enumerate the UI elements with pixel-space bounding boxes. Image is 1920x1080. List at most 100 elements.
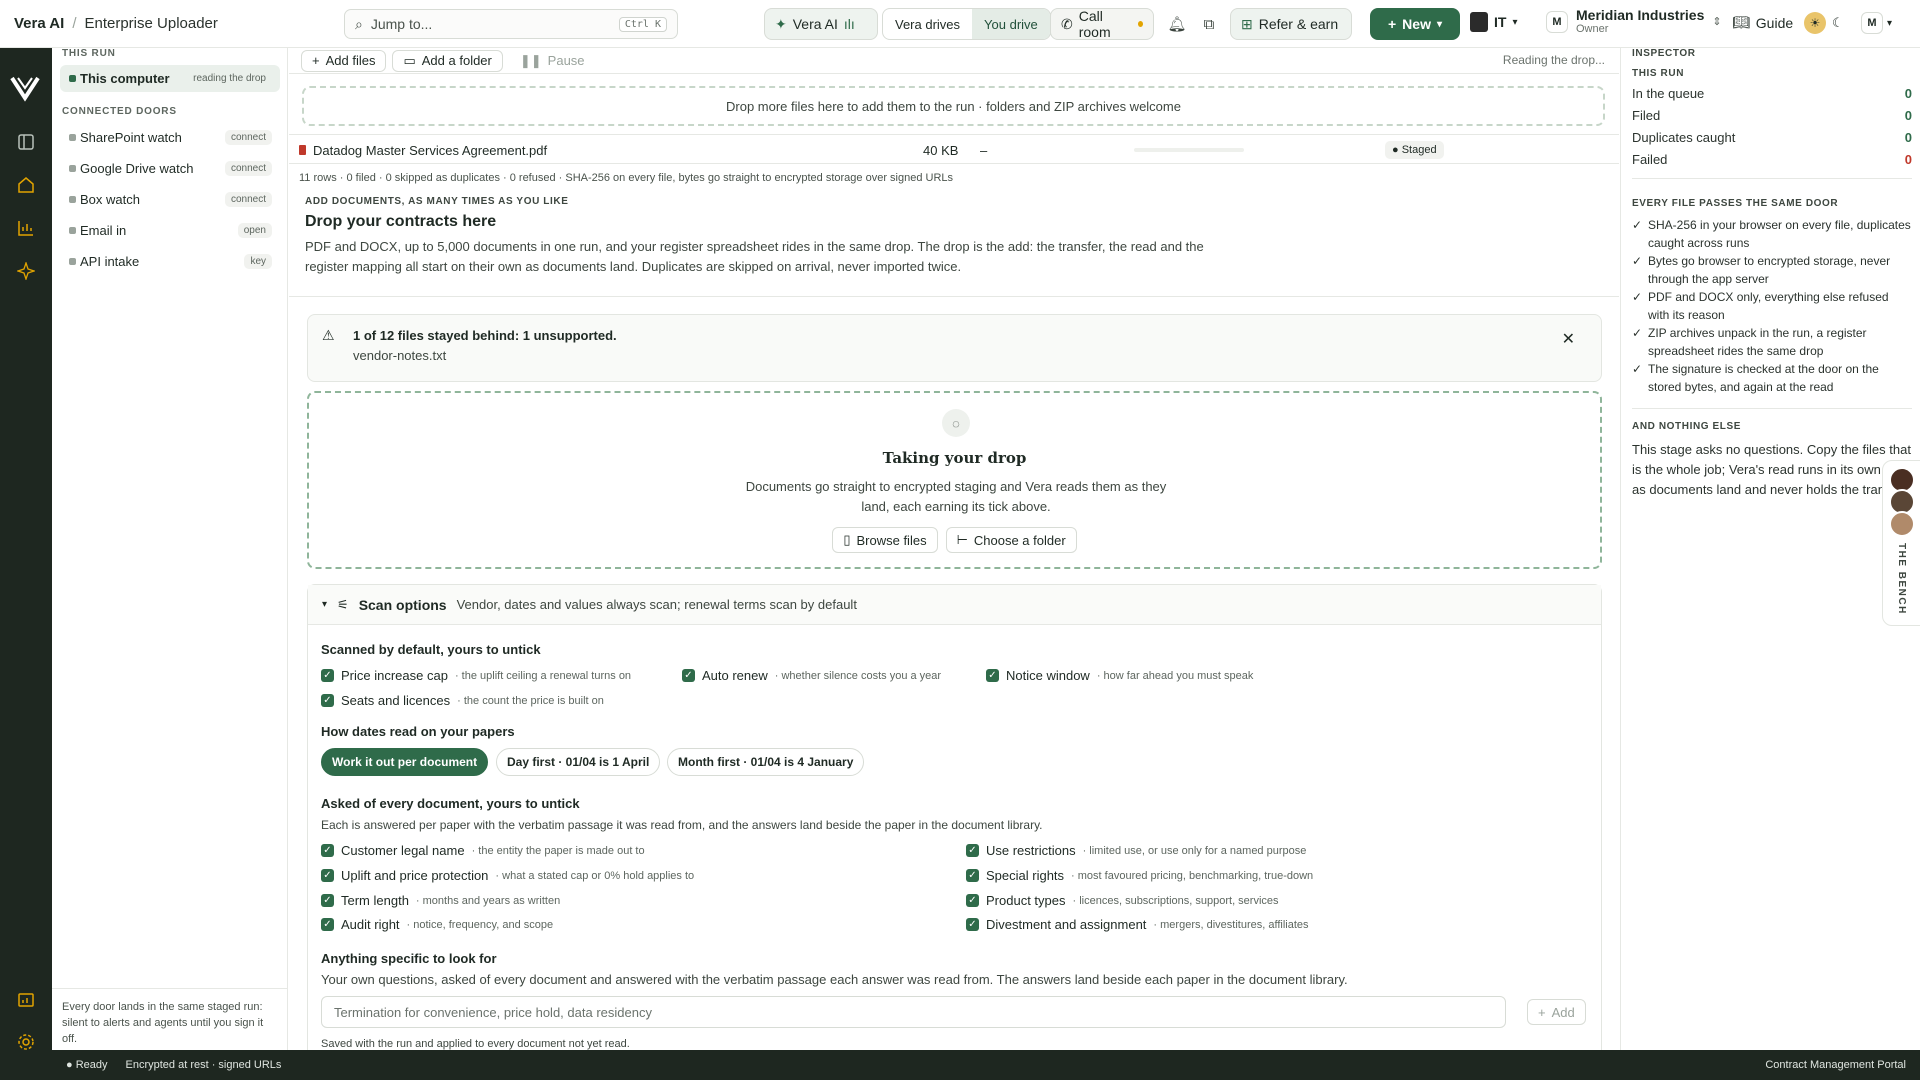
checkbox-term-length[interactable]: ✓ Term length · months and years as writte…	[321, 893, 560, 908]
ready-label: Ready	[75, 1059, 108, 1071]
checkbox-product-types[interactable]: ✓ Product types · licences, subscriptions,…	[966, 893, 1279, 908]
checkbox-label: Term length	[341, 893, 409, 908]
sidebar-item-label: API intake	[80, 254, 140, 269]
check-item: ZIP archives unpack in the run, a regist…	[1632, 324, 1912, 360]
top-bar: Vera AI / Enterprise Uploader ⌕ Jump to.…	[0, 0, 1920, 48]
date-option-day-first[interactable]: Day first · 01/04 is 1 April	[496, 748, 661, 776]
checkbox-divestment-assignment[interactable]: ✓ Divestment and assignment · mergers, div…	[966, 917, 1309, 932]
plus-icon: +	[1387, 16, 1397, 32]
checkmark-icon: ✓	[321, 869, 334, 882]
checkbox-hint: · notice, frequency, and scope	[406, 918, 554, 931]
main-dropzone[interactable]: ◌ Taking your drop Documents go straight…	[307, 391, 1602, 569]
sidebar-item-google-drive[interactable]: Google Drive watch connect	[60, 155, 280, 182]
checkbox-notice-window[interactable]: ✓ Notice window · how far ahead you must s…	[986, 668, 1253, 683]
choose-folder-button[interactable]: ⊢ Choose a folder	[945, 527, 1077, 553]
refer-earn-button[interactable]: ⊞ Refer & earn	[1230, 8, 1352, 40]
upload-toolbar: + Add files ▭ Add a folder ❚❚ Pause Reading…	[289, 48, 1619, 74]
workspace-logo-icon	[1470, 12, 1488, 32]
pause-label: Pause	[547, 53, 585, 68]
avatar	[1889, 511, 1915, 537]
sidebar-item-tag: open	[237, 223, 272, 238]
vera-drives-option[interactable]: Vera drives	[883, 9, 972, 39]
new-button[interactable]: + New ▾	[1370, 8, 1460, 40]
call-room-button[interactable]: ✆ Call room	[1050, 8, 1154, 40]
stat-value: 0	[1904, 86, 1912, 101]
stat-value: 0	[1904, 152, 1912, 167]
app-name[interactable]: Vera AI	[14, 15, 64, 32]
user-menu[interactable]: M ▾	[1861, 12, 1892, 34]
checkbox-use-restrictions[interactable]: ✓ Use restrictions · limited use, or use o…	[966, 843, 1306, 858]
checkbox-uplift-price-protection[interactable]: ✓ Uplift and price protection · what a sta…	[321, 868, 694, 883]
gift-icon: ⊞	[1241, 15, 1253, 32]
close-icon[interactable]: ✕	[1562, 329, 1575, 349]
date-option-auto[interactable]: Work it out per document	[321, 748, 489, 776]
you-drive-option[interactable]: You drive	[972, 9, 1050, 39]
add-folder-button[interactable]: ▭ Add a folder	[392, 49, 503, 72]
inbox-icon[interactable]: ⧉	[1197, 12, 1221, 36]
add-files-button[interactable]: + Add files	[301, 49, 387, 72]
vera-ai-button[interactable]: ✦ Vera AI ılı	[764, 8, 878, 40]
stat-in-queue: In the queue 0	[1632, 86, 1912, 101]
panel-icon[interactable]	[16, 132, 36, 152]
checkbox-label: Price increase cap	[341, 668, 448, 683]
pause-icon: ❚❚	[519, 52, 542, 68]
gear-icon[interactable]	[16, 1032, 36, 1052]
checkbox-auto-renew[interactable]: ✓ Auto renew · whether silence costs you a…	[682, 668, 941, 683]
checkmark-icon: ✓	[321, 694, 334, 707]
sidebar-item-email[interactable]: Email in open	[60, 217, 280, 244]
stat-label: In the queue	[1632, 86, 1705, 101]
sidebar-item-tag: connect	[224, 130, 272, 145]
checkmark-icon: ✓	[321, 669, 334, 682]
checkbox-audit-right[interactable]: ✓ Audit right · notice, frequency, and sco…	[321, 917, 553, 932]
waveform-icon: ılı	[843, 16, 855, 32]
stat-value: 0	[1904, 108, 1912, 123]
sidebar-item-label: SharePoint watch	[80, 130, 182, 145]
custom-question-input[interactable]: Termination for convenience, price hold,…	[321, 996, 1506, 1028]
page-title: Enterprise Uploader	[84, 15, 218, 32]
sidebar-item-box[interactable]: Box watch connect	[60, 186, 280, 213]
checkbox-hint: · whether silence costs you a year	[774, 669, 942, 682]
sparkle-icon[interactable]	[16, 261, 36, 281]
status-dot	[69, 227, 76, 234]
folder-chart-icon[interactable]	[16, 990, 36, 1010]
folder-icon: ▭	[403, 52, 416, 68]
checkmark-icon: ✓	[966, 844, 979, 857]
add-question-button[interactable]: + Add	[1527, 999, 1586, 1025]
sidebar-item-label: Email in	[80, 223, 127, 238]
table-row[interactable]: Datadog Master Services Agreement.pdf 40…	[289, 134, 1619, 164]
jump-to-search[interactable]: ⌕ Jump to... Ctrl K	[344, 9, 678, 39]
checkbox-seats-licences[interactable]: ✓ Seats and licences · the count the price…	[321, 693, 604, 708]
check-item: Bytes go browser to encrypted storage, n…	[1632, 252, 1912, 288]
drop-more-strip[interactable]: Drop more files here to add them to the …	[302, 86, 1605, 126]
phone-icon: ✆	[1061, 15, 1073, 32]
sidebar-item-api[interactable]: API intake key	[60, 248, 280, 275]
bench-drawer-tab[interactable]: THE BENCH	[1882, 460, 1920, 626]
pause-button[interactable]: ❚❚ Pause	[508, 49, 596, 72]
vera-logo-icon[interactable]	[10, 74, 40, 109]
sidebar-item-this-computer[interactable]: This computer reading the drop	[60, 65, 280, 92]
sources-sidebar: THIS RUN This computer reading the drop …	[52, 48, 288, 1050]
specific-description: Your own questions, asked of every docum…	[321, 972, 1348, 987]
sidebar-item-sharepoint[interactable]: SharePoint watch connect	[60, 124, 280, 151]
theme-toggle[interactable]: ☀ ☾	[1804, 12, 1844, 34]
workspace-switcher[interactable]: IT ▾	[1470, 12, 1517, 32]
browse-files-button[interactable]: ▯ Browse files	[832, 527, 938, 553]
checkbox-special-rights[interactable]: ✓ Special rights · most favoured pricing, …	[966, 868, 1313, 883]
chart-icon[interactable]	[16, 218, 36, 238]
checkbox-label: Auto renew	[702, 668, 768, 683]
date-option-month-first[interactable]: Month first · 01/04 is 4 January	[667, 748, 865, 776]
chevron-updown-icon: ⇕	[1712, 16, 1722, 28]
checkbox-customer-legal-name[interactable]: ✓ Customer legal name · the entity the pap…	[321, 843, 645, 858]
bell-icon[interactable]: 🔔︎	[1165, 12, 1189, 36]
home-icon[interactable]	[16, 175, 36, 195]
checkbox-hint: · limited use, or use only for a named p…	[1082, 844, 1307, 857]
checkmark-icon: ✓	[321, 918, 334, 931]
org-switcher[interactable]: M Meridian Industries Owner ⇕	[1546, 8, 1722, 35]
guide-button[interactable]: 📖︎ Guide	[1732, 14, 1793, 31]
checkbox-label: Notice window	[1006, 668, 1090, 683]
plus-icon: +	[312, 53, 320, 68]
warning-icon: ⚠	[322, 327, 335, 343]
portal-name: Contract Management Portal	[1765, 1059, 1906, 1071]
checkbox-price-increase-cap[interactable]: ✓ Price increase cap · the uplift ceiling …	[321, 668, 631, 683]
scan-options-header[interactable]: ▾ ⚟ Scan options Vendor, dates and value…	[308, 585, 1601, 625]
